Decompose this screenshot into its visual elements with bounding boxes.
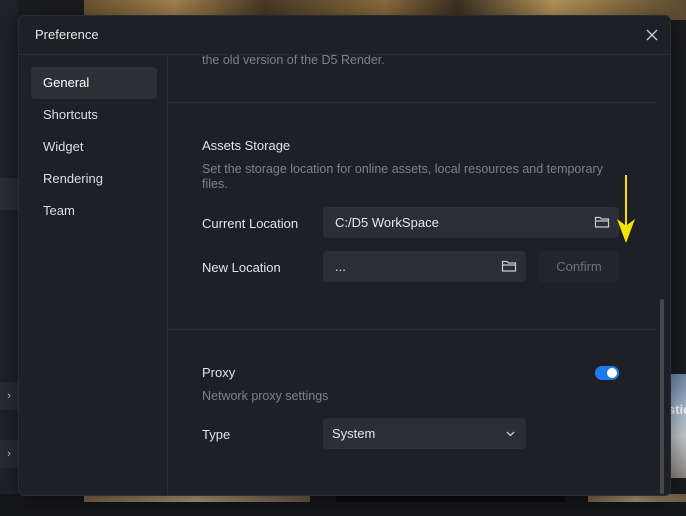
expand-arrow-icon[interactable]: › xyxy=(0,382,18,410)
previous-section-text: the old version of the D5 Render. xyxy=(202,55,385,67)
chevron-down-icon xyxy=(506,431,515,437)
section-divider xyxy=(168,102,658,103)
background-left-panel xyxy=(0,0,18,516)
expand-arrow-icon[interactable]: › xyxy=(0,440,18,468)
new-location-field[interactable]: ... xyxy=(323,251,526,282)
dialog-title: Preference xyxy=(35,27,99,42)
annotation-arrow-icon xyxy=(617,175,635,243)
dialog-title-bar: Preference xyxy=(19,16,670,55)
current-location-label: Current Location xyxy=(202,216,299,231)
sidebar-item-shortcuts[interactable]: Shortcuts xyxy=(31,99,157,131)
new-location-label: New Location xyxy=(202,260,281,275)
proxy-type-value: System xyxy=(332,426,376,441)
current-location-field[interactable]: C:/D5 WorkSpace xyxy=(323,207,619,238)
current-location-value: C:/D5 WorkSpace xyxy=(335,215,439,230)
settings-content: the old version of the D5 Render. Assets… xyxy=(168,55,670,495)
preference-dialog: Preference General Shortcuts Widget Rend… xyxy=(18,15,671,496)
section-divider xyxy=(168,329,658,330)
sidebar-item-widget[interactable]: Widget xyxy=(31,131,157,163)
new-location-value: ... xyxy=(335,259,346,274)
proxy-type-select[interactable]: System xyxy=(323,418,526,449)
sidebar-item-rendering[interactable]: Rendering xyxy=(31,163,157,195)
sidebar-item-team[interactable]: Team xyxy=(31,195,157,227)
background-left-tab[interactable] xyxy=(0,178,18,210)
sidebar: General Shortcuts Widget Rendering Team xyxy=(19,55,168,495)
assets-storage-heading: Assets Storage xyxy=(202,138,291,153)
assets-storage-description: Set the storage location for online asse… xyxy=(202,162,603,176)
sidebar-item-general[interactable]: General xyxy=(31,67,157,99)
scrollbar[interactable] xyxy=(660,299,664,494)
assets-storage-description-cont: files. xyxy=(202,177,228,191)
close-icon[interactable] xyxy=(642,25,662,45)
folder-icon[interactable] xyxy=(501,259,517,273)
proxy-toggle[interactable] xyxy=(595,366,619,380)
proxy-description: Network proxy settings xyxy=(202,389,329,403)
folder-icon[interactable] xyxy=(594,215,610,229)
proxy-heading: Proxy xyxy=(202,365,236,380)
proxy-type-label: Type xyxy=(202,427,231,442)
confirm-button[interactable]: Confirm xyxy=(539,251,619,282)
